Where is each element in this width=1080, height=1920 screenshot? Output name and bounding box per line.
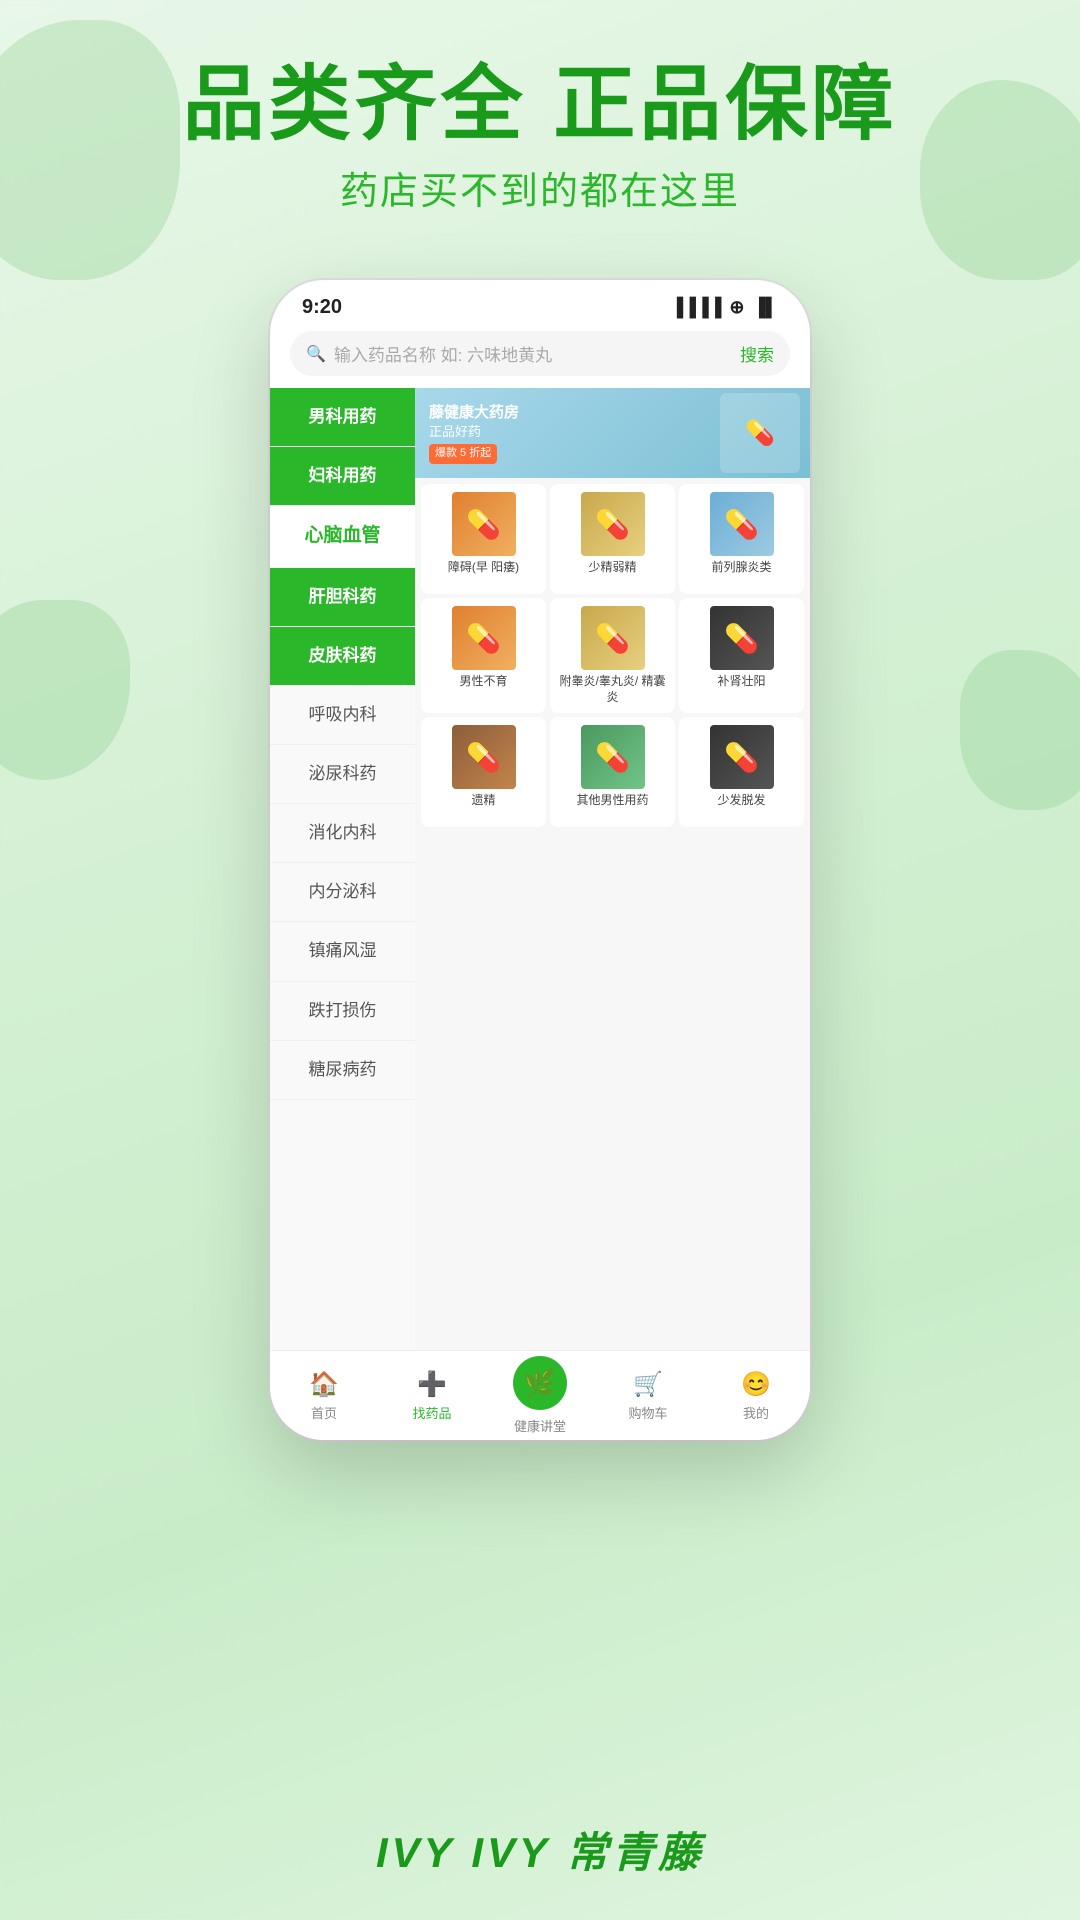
nav-icon-4: 😊 [741,1370,771,1399]
product-image-0: 💊 [452,492,516,556]
signal-icon: ▐▐▐▐ [670,297,721,318]
sidebar-item-2[interactable]: 心脑血管 [270,506,415,568]
category-sidebar: 男科用药妇科用药心脑血管肝胆科药皮肤科药呼吸内科泌尿科药消化内科内分泌科镇痛风湿… [270,388,415,1418]
nav-label-0: 首页 [311,1403,337,1422]
sidebar-item-11[interactable]: 糖尿病药 [270,1041,415,1100]
product-name-4: 附睾炎/睾丸炎/ 精囊炎 [558,674,667,705]
product-image-8: 💊 [710,725,774,789]
product-section: 💊 障碍(早 阳痿) 💊 少精弱精 💊 前列腺炎类 💊 男性不育 💊 附睾炎/睾丸炎/ 精囊炎 💊 补… [415,478,810,833]
product-image-4: 💊 [581,606,645,670]
product-image-3: 💊 [452,606,516,670]
sidebar-item-4[interactable]: 皮肤科药 [270,627,415,686]
product-name-5: 补肾壮阳 [687,674,796,690]
sidebar-item-8[interactable]: 内分泌科 [270,863,415,922]
product-item-1[interactable]: 💊 少精弱精 [550,484,675,594]
nav-item-我的[interactable]: 😊 我的 [702,1370,810,1422]
phone-content: 男科用药妇科用药心脑血管肝胆科药皮肤科药呼吸内科泌尿科药消化内科内分泌科镇痛风湿… [270,388,810,1418]
product-grid: 💊 障碍(早 阳痿) 💊 少精弱精 💊 前列腺炎类 💊 男性不育 💊 附睾炎/睾丸炎/ 精囊炎 💊 补… [421,484,804,827]
nav-label-2: 健康讲堂 [514,1416,566,1435]
banner-text: 藤健康大药房 正品好药 爆款 5 折起 [429,402,519,464]
product-name-2: 前列腺炎类 [687,560,796,576]
product-image-6: 💊 [452,725,516,789]
product-item-7[interactable]: 💊 其他男性用药 [550,717,675,827]
status-bar: 9:20 ▐▐▐▐ ⊕ ▐▌ [270,280,810,327]
sidebar-item-7[interactable]: 消化内科 [270,804,415,863]
product-item-6[interactable]: 💊 遗精 [421,717,546,827]
product-item-3[interactable]: 💊 男性不育 [421,598,546,713]
nav-item-购物车[interactable]: 🛒 购物车 [594,1370,702,1422]
product-name-8: 少发脱发 [687,793,796,809]
product-item-4[interactable]: 💊 附睾炎/睾丸炎/ 精囊炎 [550,598,675,713]
nav-label-4: 我的 [743,1403,769,1422]
product-image-2: 💊 [710,492,774,556]
nav-icon-0: 🏠 [309,1370,339,1399]
product-item-2[interactable]: 💊 前列腺炎类 [679,484,804,594]
status-icons: ▐▐▐▐ ⊕ ▐▌ [670,297,778,318]
sidebar-item-3[interactable]: 肝胆科药 [270,568,415,627]
nav-item-找药品[interactable]: ➕ 找药品 [378,1370,486,1422]
product-name-0: 障碍(早 阳痿) [429,560,538,576]
brand-ivy: IVY [376,1829,456,1876]
sidebar-item-10[interactable]: 跌打损伤 [270,982,415,1041]
nav-item-首页[interactable]: 🏠 首页 [270,1370,378,1422]
search-input[interactable]: 输入药品名称 如: 六味地黄丸 [334,341,732,366]
product-item-8[interactable]: 💊 少发脱发 [679,717,804,827]
banner-image: 💊 [720,393,800,473]
phone-mockup: 9:20 ▐▐▐▐ ⊕ ▐▌ 🔍 输入药品名称 如: 六味地黄丸 搜索 男科用药… [270,280,810,1440]
search-button[interactable]: 搜索 [740,341,774,366]
product-name-7: 其他男性用药 [558,793,667,809]
nav-item-健康讲堂[interactable]: 🌿 健康讲堂 [486,1356,594,1435]
battery-icon: ▐▌ [752,297,778,318]
sidebar-item-9[interactable]: 镇痛风湿 [270,922,415,981]
sidebar-item-5[interactable]: 呼吸内科 [270,686,415,745]
brand-chinese: IVY 常青藤 [471,1829,704,1876]
product-image-1: 💊 [581,492,645,556]
status-time: 9:20 [302,296,342,319]
product-item-5[interactable]: 💊 补肾壮阳 [679,598,804,713]
bg-decoration-mr [960,650,1080,810]
product-item-0[interactable]: 💊 障碍(早 阳痿) [421,484,546,594]
nav-icon-1: ➕ [417,1370,447,1399]
product-name-3: 男性不育 [429,674,538,690]
nav-label-3: 购物车 [628,1403,667,1422]
bottom-nav: 🏠 首页 ➕ 找药品 🌿 健康讲堂 🛒 购物车 😊 我的 [270,1350,810,1440]
pharmacy-banner[interactable]: 藤健康大药房 正品好药 爆款 5 折起 💊 [415,388,810,478]
sidebar-item-6[interactable]: 泌尿科药 [270,745,415,804]
sidebar-item-0[interactable]: 男科用药 [270,388,415,447]
product-name-1: 少精弱精 [558,560,667,576]
banner-tagline: 正品好药 [429,423,519,441]
sidebar-item-1[interactable]: 妇科用药 [270,447,415,506]
bg-decoration-ml [0,600,130,780]
wifi-icon: ⊕ [729,297,744,318]
banner-store-name: 藤健康大药房 [429,402,519,423]
search-bar[interactable]: 🔍 输入药品名称 如: 六味地黄丸 搜索 [290,331,790,376]
product-name-6: 遗精 [429,793,538,809]
main-content: 藤健康大药房 正品好药 爆款 5 折起 💊 💊 障碍(早 阳痿) 💊 少精弱精 💊 前列腺… [415,388,810,1418]
header: 品类齐全 正品保障 药店买不到的都在这里 [0,60,1080,215]
header-main-title: 品类齐全 正品保障 [0,60,1080,150]
product-image-7: 💊 [581,725,645,789]
nav-center-icon: 🌿 [513,1356,567,1410]
header-sub-title: 药店买不到的都在这里 [0,160,1080,215]
search-icon: 🔍 [306,344,326,364]
banner-badge: 爆款 5 折起 [429,444,497,463]
footer-brand: IVY IVY 常青藤 [0,1819,1080,1880]
product-image-5: 💊 [710,606,774,670]
nav-icon-3: 🛒 [633,1370,663,1399]
nav-label-1: 找药品 [412,1403,451,1422]
